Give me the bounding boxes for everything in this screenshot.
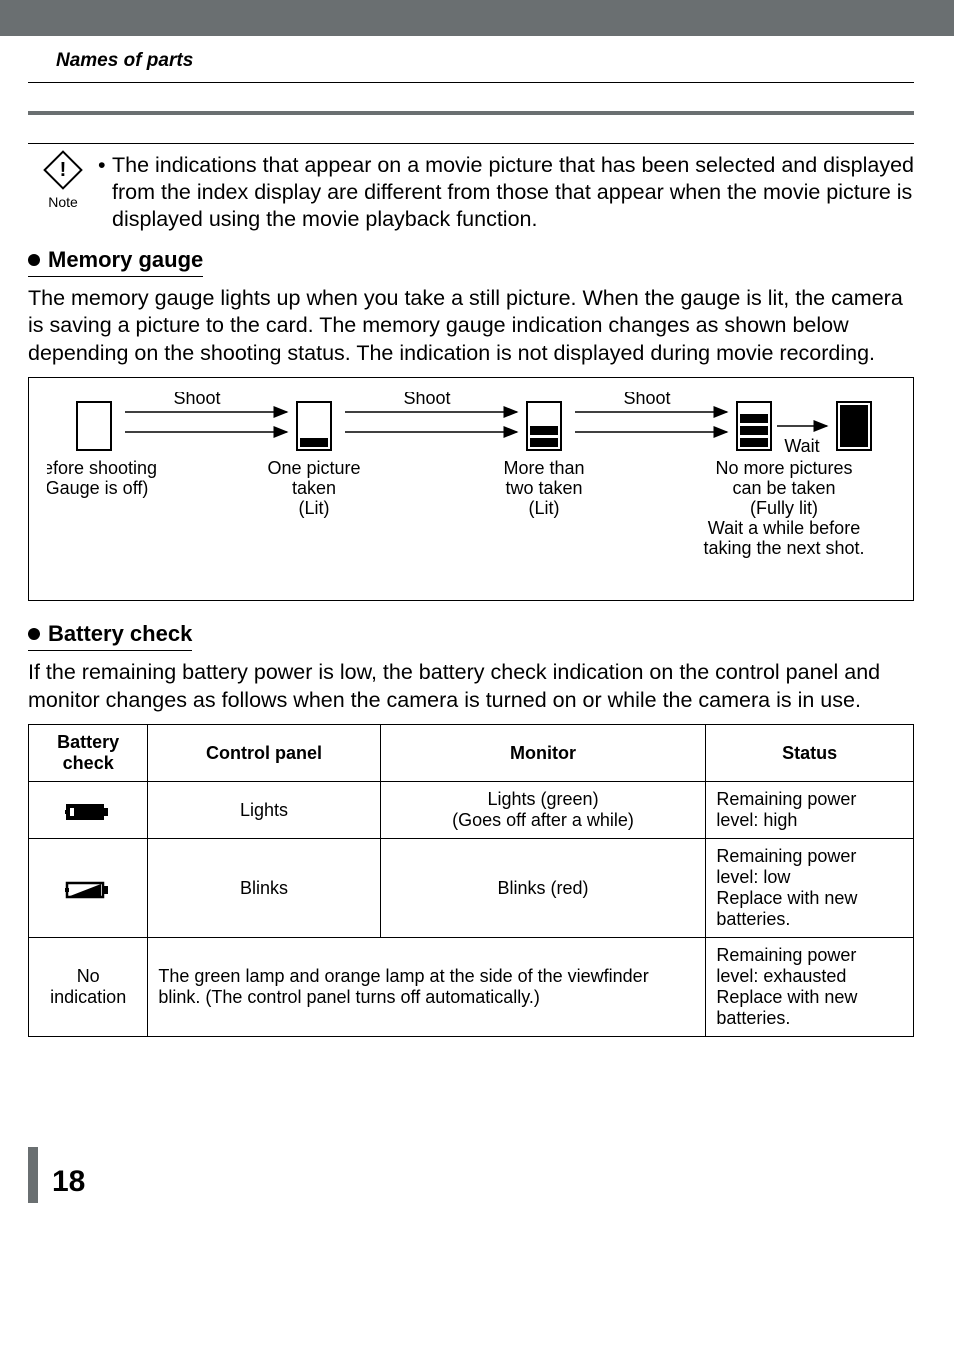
svg-text:(Lit): (Lit) bbox=[529, 498, 560, 518]
battery-check-table: Battery check Control panel Monitor Stat… bbox=[28, 724, 914, 1037]
svg-text:(Lit): (Lit) bbox=[299, 498, 330, 518]
battery-check-heading: Battery check bbox=[28, 621, 192, 651]
svg-text:(Gauge is off): (Gauge is off) bbox=[47, 478, 148, 498]
memory-gauge-heading: Memory gauge bbox=[28, 247, 203, 277]
page-number: 18 bbox=[52, 1165, 85, 1203]
svg-text:No more pictures: No more pictures bbox=[715, 458, 852, 478]
col-monitor: Monitor bbox=[380, 725, 706, 782]
svg-text:More than: More than bbox=[503, 458, 584, 478]
cell-monitor: Blinks (red) bbox=[380, 839, 706, 938]
svg-text:two taken: two taken bbox=[505, 478, 582, 498]
battery-check-paragraph: If the remaining battery power is low, t… bbox=[28, 659, 914, 714]
bullet-dot: • bbox=[98, 152, 112, 233]
header-bar bbox=[0, 0, 954, 36]
cell-panel: Blinks bbox=[148, 839, 380, 938]
svg-text:(Fully lit): (Fully lit) bbox=[750, 498, 818, 518]
svg-text:can be taken: can be taken bbox=[732, 478, 835, 498]
heading-text: Battery check bbox=[48, 621, 192, 647]
cell-status: Remaining power level: low Replace with … bbox=[706, 839, 914, 938]
col-control-panel: Control panel bbox=[148, 725, 380, 782]
col-status: Status bbox=[706, 725, 914, 782]
svg-text:taken: taken bbox=[292, 478, 336, 498]
battery-low-icon bbox=[29, 839, 148, 938]
caution-icon: ! bbox=[43, 150, 83, 190]
bullet-icon bbox=[28, 254, 40, 266]
note-label: Note bbox=[28, 194, 98, 210]
svg-text:taking the next shot.: taking the next shot. bbox=[703, 538, 864, 558]
shoot-label-3: Shoot bbox=[623, 392, 670, 408]
note-body: The indications that appear on a movie p… bbox=[112, 152, 914, 233]
page-footer: 18 bbox=[0, 1147, 954, 1203]
footer-bar-icon bbox=[28, 1147, 38, 1203]
bullet-icon bbox=[28, 628, 40, 640]
cell-merged: The green lamp and orange lamp at the si… bbox=[148, 938, 706, 1037]
shoot-label-2: Shoot bbox=[403, 392, 450, 408]
table-row: Blinks Blinks (red) Remaining power leve… bbox=[29, 839, 914, 938]
memory-gauge-paragraph: The memory gauge lights up when you take… bbox=[28, 285, 914, 368]
table-row: Lights Lights (green) (Goes off after a … bbox=[29, 782, 914, 839]
table-header-row: Battery check Control panel Monitor Stat… bbox=[29, 725, 914, 782]
note-text: • The indications that appear on a movie… bbox=[98, 152, 914, 233]
section-name: Names of parts bbox=[28, 36, 914, 83]
wait-label: Wait bbox=[784, 436, 819, 456]
memory-gauge-diagram: Shoot Shoot Shoot Wait Before shooting (… bbox=[28, 377, 914, 601]
svg-text:Before shooting: Before shooting bbox=[47, 458, 157, 478]
cell-status: Remaining power level: high bbox=[706, 782, 914, 839]
cell-status: Remaining power level: exhausted Replace… bbox=[706, 938, 914, 1037]
cell-panel: Lights bbox=[148, 782, 380, 839]
note-block: ! Note • The indications that appear on … bbox=[28, 143, 914, 233]
table-row: No indication The green lamp and orange … bbox=[29, 938, 914, 1037]
svg-text:One picture: One picture bbox=[267, 458, 360, 478]
cell-no-indication: No indication bbox=[29, 938, 148, 1037]
heading-text: Memory gauge bbox=[48, 247, 203, 273]
battery-full-icon bbox=[29, 782, 148, 839]
cell-monitor: Lights (green) (Goes off after a while) bbox=[380, 782, 706, 839]
note-icon-column: ! Note bbox=[28, 152, 98, 210]
svg-text:Wait a while before: Wait a while before bbox=[708, 518, 860, 538]
col-battery-check: Battery check bbox=[29, 725, 148, 782]
shoot-label-1: Shoot bbox=[173, 392, 220, 408]
divider bbox=[28, 111, 914, 115]
